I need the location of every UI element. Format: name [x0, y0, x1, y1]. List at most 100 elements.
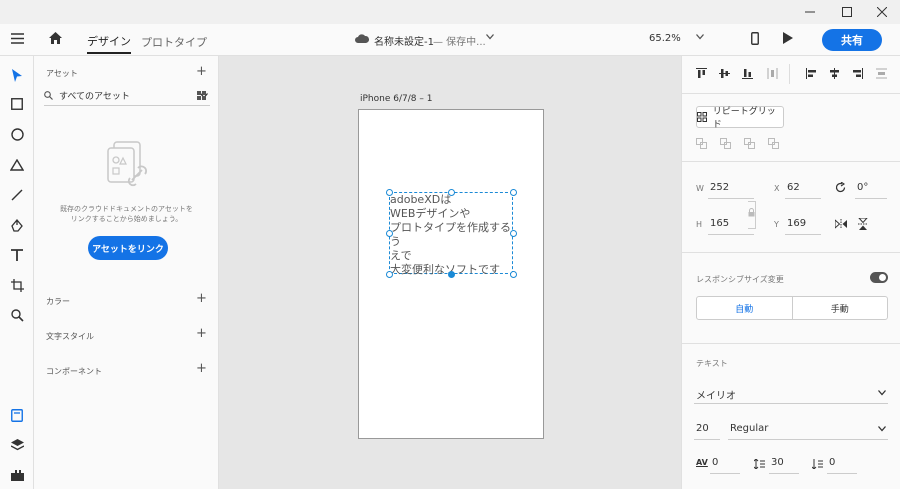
align-middle-icon	[719, 69, 730, 78]
y-input[interactable]: 169	[787, 218, 806, 229]
polygon-tool[interactable]	[0, 153, 34, 177]
text-tool[interactable]	[0, 243, 34, 267]
close-button[interactable]	[864, 0, 900, 24]
width-input[interactable]: 252	[710, 182, 729, 193]
boolean-intersect-button[interactable]	[744, 138, 755, 149]
align-center-button[interactable]	[829, 68, 840, 79]
manual-mode-button[interactable]: 手動	[793, 297, 888, 319]
lock-icon	[748, 208, 755, 217]
font-family-select[interactable]: メイリオ	[696, 387, 736, 402]
align-middle-button[interactable]	[719, 68, 730, 79]
align-left-button[interactable]	[806, 68, 817, 79]
character-spacing-icon: AV	[696, 458, 708, 467]
assets-filter[interactable]: すべてのアセット	[44, 86, 210, 106]
assets-filter-label: すべてのアセット	[59, 92, 130, 102]
x-input[interactable]: 62	[787, 182, 800, 193]
save-status: — 保存中...	[433, 37, 486, 48]
triangle-icon	[10, 159, 24, 171]
layers-panel-button[interactable]	[0, 433, 34, 457]
add-asset-button[interactable]: +	[196, 64, 207, 79]
flip-vertical-button[interactable]	[858, 218, 868, 230]
share-button[interactable]: 共有	[822, 29, 882, 51]
minimize-button[interactable]	[792, 0, 828, 24]
zoom-dropdown[interactable]	[696, 34, 704, 40]
paragraph-spacing-input[interactable]: 0	[829, 457, 835, 468]
responsive-resize-toggle[interactable]	[870, 272, 888, 283]
add-color-button[interactable]: +	[196, 291, 207, 306]
maximize-button[interactable]	[829, 0, 865, 24]
distribute-horizontal-button[interactable]	[876, 68, 887, 79]
align-right-button[interactable]	[852, 68, 863, 79]
preview-button[interactable]	[783, 32, 793, 44]
resize-handle-bottom[interactable]	[448, 271, 455, 278]
line-spacing-input[interactable]: 30	[771, 457, 784, 468]
artboard-tool[interactable]	[0, 273, 34, 297]
width-label: W	[696, 184, 704, 193]
home-button[interactable]	[49, 32, 62, 44]
chevron-down-icon	[486, 34, 494, 40]
font-family-dropdown[interactable]	[878, 390, 886, 396]
boolean-subtract-button[interactable]	[720, 138, 731, 149]
line-icon	[11, 189, 23, 201]
resize-handle-bottom-right[interactable]	[510, 271, 517, 278]
ellipse-tool[interactable]	[0, 122, 34, 146]
boolean-exclude-button[interactable]	[768, 138, 779, 149]
resize-handle-bottom-left[interactable]	[386, 271, 393, 278]
link-assets-button[interactable]: アセットをリンク	[88, 236, 168, 260]
flip-horizontal-button[interactable]	[835, 219, 847, 229]
grid-view-button[interactable]	[197, 91, 206, 100]
repeat-grid-button[interactable]: リピートグリッド	[696, 106, 784, 130]
line-tool[interactable]	[0, 183, 34, 207]
boolean-intersect-icon	[744, 138, 755, 149]
resize-handle-top-right[interactable]	[510, 189, 517, 196]
input-underline	[785, 198, 821, 199]
zoom-level[interactable]: 65.2%	[649, 33, 681, 44]
selected-text-box[interactable]: adobeXDは WEBデザインや プロトタイプを作成するう えで 大変便利なソ…	[389, 192, 514, 277]
pen-tool[interactable]	[0, 213, 34, 237]
distribute-vertical-button[interactable]	[767, 68, 778, 79]
rotation-control[interactable]	[835, 182, 846, 193]
rotation-input[interactable]: 0°	[857, 182, 868, 193]
assets-panel-button[interactable]	[0, 403, 34, 427]
font-weight-select[interactable]: Regular	[730, 423, 768, 434]
text-content[interactable]: adobeXDは WEBデザインや プロトタイプを作成するう えで 大変便利なソ…	[390, 193, 514, 277]
boolean-add-button[interactable]	[696, 138, 707, 149]
paragraph-spacing-icon	[812, 459, 823, 469]
artboard-name[interactable]: iPhone 6/7/8 – 1	[360, 94, 432, 104]
linked-documents-illustration	[106, 140, 150, 192]
text-styles-section-label: 文字スタイル	[46, 332, 94, 341]
tool-bar	[0, 56, 34, 489]
device-preview-button[interactable]	[751, 32, 759, 45]
tab-design[interactable]: デザイン	[87, 30, 131, 54]
resize-handle-top-left[interactable]	[386, 189, 393, 196]
resize-handle-left[interactable]	[386, 230, 393, 237]
document-menu-button[interactable]	[486, 34, 494, 40]
align-top-button[interactable]	[696, 68, 707, 79]
cloud-status	[355, 33, 369, 43]
font-size-input[interactable]: 20	[696, 423, 709, 434]
height-input[interactable]: 165	[710, 218, 729, 229]
character-spacing-input[interactable]: 0	[712, 457, 718, 468]
rectangle-tool[interactable]	[0, 92, 34, 116]
repeat-grid-icon	[697, 112, 707, 122]
resize-handle-right[interactable]	[510, 230, 517, 237]
font-weight-dropdown[interactable]	[878, 426, 886, 432]
artboard-icon	[10, 278, 24, 292]
align-bottom-button[interactable]	[742, 68, 753, 79]
zoom-tool[interactable]	[0, 303, 34, 327]
boolean-exclude-icon	[768, 138, 779, 149]
layers-icon	[10, 439, 24, 451]
aspect-lock-button[interactable]	[748, 208, 755, 217]
tab-prototype[interactable]: プロトタイプ	[141, 30, 207, 54]
resize-handle-top[interactable]	[448, 189, 455, 196]
document-title[interactable]: 名称未設定-1	[374, 33, 434, 48]
add-text-style-button[interactable]: +	[196, 326, 207, 341]
plugins-panel-button[interactable]	[0, 463, 34, 487]
auto-mode-button[interactable]: 自動	[697, 297, 793, 319]
rotate-icon	[835, 182, 846, 193]
menu-button[interactable]	[11, 33, 24, 44]
select-tool[interactable]	[0, 63, 34, 87]
align-separator	[789, 64, 790, 84]
add-component-button[interactable]: +	[196, 361, 207, 376]
phone-icon	[751, 32, 759, 45]
